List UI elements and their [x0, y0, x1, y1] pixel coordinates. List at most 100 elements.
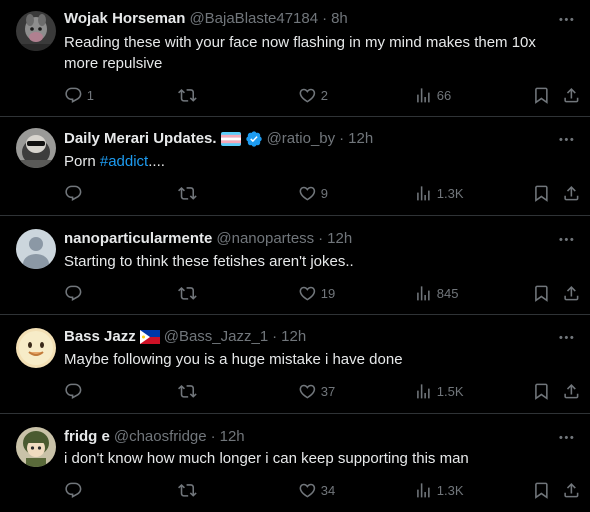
like-count: 9: [320, 185, 328, 201]
more-icon[interactable]: [554, 227, 578, 251]
view-count: 1.5K: [436, 383, 464, 399]
bookmark-icon: [532, 481, 551, 500]
views-button[interactable]: 1.3K: [414, 480, 464, 500]
like-button[interactable]: 34: [298, 480, 335, 500]
hashtag-link[interactable]: #addict: [100, 153, 148, 170]
bookmark-button[interactable]: [532, 183, 551, 203]
retweet-button[interactable]: [178, 381, 197, 401]
tweet-text: i don't know how much longer i can keep …: [64, 450, 469, 467]
reply-icon: [64, 481, 83, 500]
tweet[interactable]: Bass Jazz @Bass_Jazz_1 · 12h Maybe follo…: [0, 315, 590, 414]
like-button[interactable]: 2: [298, 85, 328, 105]
reply-button[interactable]: [64, 381, 83, 401]
handle[interactable]: @BajaBlaste47184: [189, 9, 318, 29]
share-button[interactable]: [562, 480, 581, 500]
reply-count: 1: [86, 87, 94, 103]
reply-button[interactable]: [64, 480, 83, 500]
like-button[interactable]: 9: [298, 183, 328, 203]
bookmark-button[interactable]: [532, 381, 551, 401]
reply-icon: [64, 284, 83, 303]
bookmark-icon: [532, 284, 551, 303]
like-icon: [298, 382, 317, 401]
timestamp[interactable]: 12h: [220, 427, 245, 447]
retweet-icon: [178, 284, 197, 303]
more-icon[interactable]: [554, 425, 578, 449]
tweet[interactable]: Wojak Horseman @BajaBlaste47184 · 8h Rea…: [0, 0, 590, 117]
bookmark-icon: [532, 184, 551, 203]
handle[interactable]: @Bass_Jazz_1: [164, 327, 268, 347]
retweet-button[interactable]: [178, 283, 197, 303]
share-button[interactable]: [562, 381, 581, 401]
share-icon: [562, 86, 581, 105]
text-suffix: ....: [148, 153, 165, 170]
views-button[interactable]: 845: [414, 283, 458, 303]
views-icon: [414, 382, 433, 401]
more-icon[interactable]: [554, 325, 578, 349]
bookmark-button[interactable]: [532, 480, 551, 500]
handle[interactable]: @chaosfridge: [114, 427, 207, 447]
tweet-header: Wojak Horseman @BajaBlaste47184 · 8h: [64, 9, 534, 29]
display-name[interactable]: Bass Jazz: [64, 327, 136, 347]
reply-button[interactable]: [64, 283, 83, 303]
separator-dot: ·: [272, 328, 278, 345]
wojak-avatar[interactable]: [16, 11, 56, 51]
like-icon: [298, 481, 317, 500]
tweet-text: Reading these with your face now flashin…: [64, 34, 536, 72]
display-name[interactable]: fridg e: [64, 427, 110, 447]
display-name[interactable]: Wojak Horseman: [64, 9, 185, 29]
anime-avatar[interactable]: [16, 427, 56, 467]
handle[interactable]: @nanopartess: [216, 229, 314, 249]
more-icon[interactable]: [554, 127, 578, 151]
timestamp[interactable]: 12h: [281, 327, 306, 347]
retweet-button[interactable]: [178, 183, 197, 203]
share-button[interactable]: [562, 183, 581, 203]
timestamp[interactable]: 12h: [327, 229, 352, 249]
tweet[interactable]: fridg e @chaosfridge · 12h i don't know …: [0, 414, 590, 512]
default-avatar[interactable]: [16, 229, 56, 269]
retweet-button[interactable]: [178, 480, 197, 500]
share-button[interactable]: [562, 283, 581, 303]
like-button[interactable]: 19: [298, 283, 335, 303]
views-button[interactable]: 1.5K: [414, 381, 464, 401]
share-icon: [562, 382, 581, 401]
like-icon: [298, 284, 317, 303]
timestamp[interactable]: 12h: [348, 129, 373, 149]
reply-button[interactable]: [64, 183, 83, 203]
reply-icon: [64, 86, 83, 105]
timestamp[interactable]: 8h: [331, 9, 348, 29]
handle[interactable]: @ratio_by: [267, 129, 336, 149]
bookmark-button[interactable]: [532, 283, 551, 303]
views-button[interactable]: 66: [414, 85, 451, 105]
tweet[interactable]: nanoparticularmente @nanopartess · 12h S…: [0, 216, 590, 315]
share-button[interactable]: [562, 85, 581, 105]
retweet-icon: [178, 481, 197, 500]
display-name[interactable]: nanoparticularmente: [64, 229, 212, 249]
views-icon: [414, 86, 433, 105]
tweet-text: Starting to think these fetishes aren't …: [64, 253, 354, 270]
reply-icon: [64, 184, 83, 203]
like-count: 37: [320, 383, 336, 399]
action-bar: 37 1.5K: [56, 381, 582, 401]
like-count: 34: [320, 482, 336, 498]
views-button[interactable]: 1.3K: [414, 183, 464, 203]
more-icon[interactable]: [554, 7, 578, 31]
tweet[interactable]: Daily Merari Updates. @ratio_by · 12h Po…: [0, 117, 590, 216]
views-icon: [414, 284, 433, 303]
bookmark-button[interactable]: [532, 85, 551, 105]
tweet-text: Porn #addict....: [64, 151, 574, 172]
share-icon: [562, 184, 581, 203]
display-name[interactable]: Daily Merari Updates.: [64, 129, 217, 149]
tweet-header: fridg e @chaosfridge · 12h: [64, 427, 534, 447]
separator-dot: ·: [210, 428, 216, 445]
retweet-button[interactable]: [178, 85, 197, 105]
view-count: 1.3K: [436, 482, 464, 498]
smiley-avatar[interactable]: [16, 328, 56, 368]
view-count: 845: [436, 285, 459, 301]
reply-button[interactable]: 1: [64, 85, 94, 105]
verified-badge-icon[interactable]: [245, 130, 263, 148]
text-prefix: Porn: [64, 153, 100, 170]
transgender-flag-icon: [220, 132, 241, 146]
like-button[interactable]: 37: [298, 381, 335, 401]
sunglasses-avatar[interactable]: [16, 128, 56, 168]
tweet-header: Bass Jazz @Bass_Jazz_1 · 12h: [64, 327, 534, 347]
